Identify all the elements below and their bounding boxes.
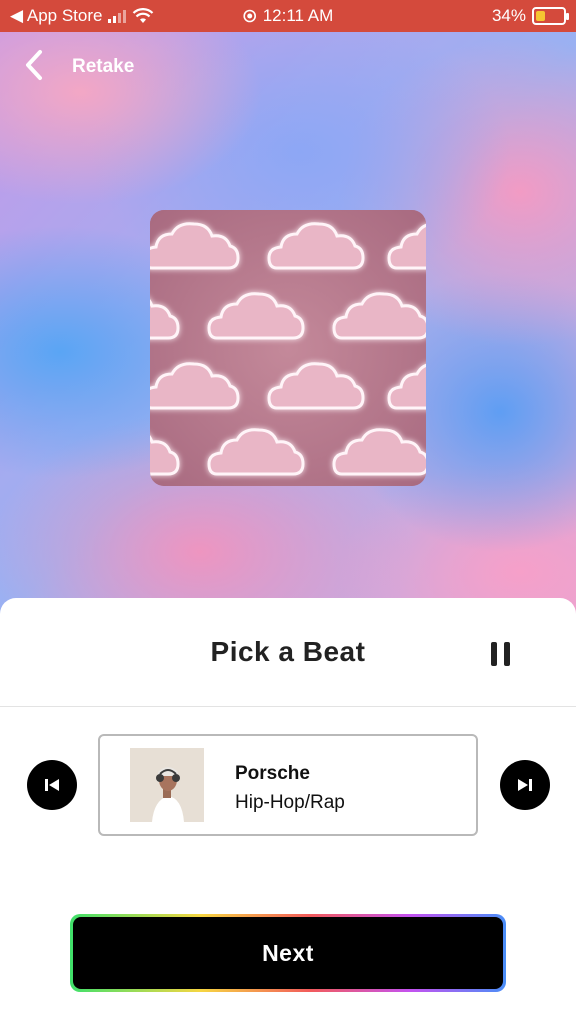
status-center: 12:11 AM <box>243 6 334 26</box>
cloud-pattern <box>150 210 426 486</box>
track-card[interactable]: Porsche Hip-Hop/Rap <box>98 734 478 836</box>
next-button[interactable]: Next <box>73 917 503 989</box>
next-track-button[interactable] <box>500 760 550 810</box>
status-left: ◀ App Store <box>10 6 154 26</box>
battery-icon <box>532 7 569 25</box>
cellular-signal-icon <box>108 9 127 23</box>
wifi-icon <box>133 8 154 23</box>
status-right: 34% <box>491 6 569 26</box>
skip-next-icon <box>518 779 532 791</box>
retake-button[interactable]: Retake <box>72 56 134 78</box>
back-to-app-store-link[interactable]: ◀ App Store <box>10 6 102 26</box>
pause-icon[interactable] <box>486 642 514 668</box>
battery-percent: 34% <box>491 6 526 25</box>
chevron-left-icon[interactable] <box>20 48 50 82</box>
track-genre: Hip-Hop/Rap <box>235 792 345 813</box>
previous-track-button[interactable] <box>27 760 77 810</box>
status-bar: ◀ App Store 12:11 AM 34% <box>0 0 576 32</box>
track-cover-image <box>130 748 204 822</box>
location-icon <box>243 9 257 23</box>
skip-previous-icon <box>45 779 59 791</box>
hero-background: Retake <box>0 32 576 632</box>
battery-fill <box>536 11 545 21</box>
neon-clouds-artwork <box>150 210 426 486</box>
status-time: 12:11 AM <box>262 6 334 25</box>
beat-picker-sheet: Pick a Beat Porsche Hip-Hop/Rap Next <box>0 598 576 1024</box>
next-button-border: Next <box>70 914 506 992</box>
track-name: Porsche <box>235 763 310 784</box>
divider <box>0 706 576 707</box>
